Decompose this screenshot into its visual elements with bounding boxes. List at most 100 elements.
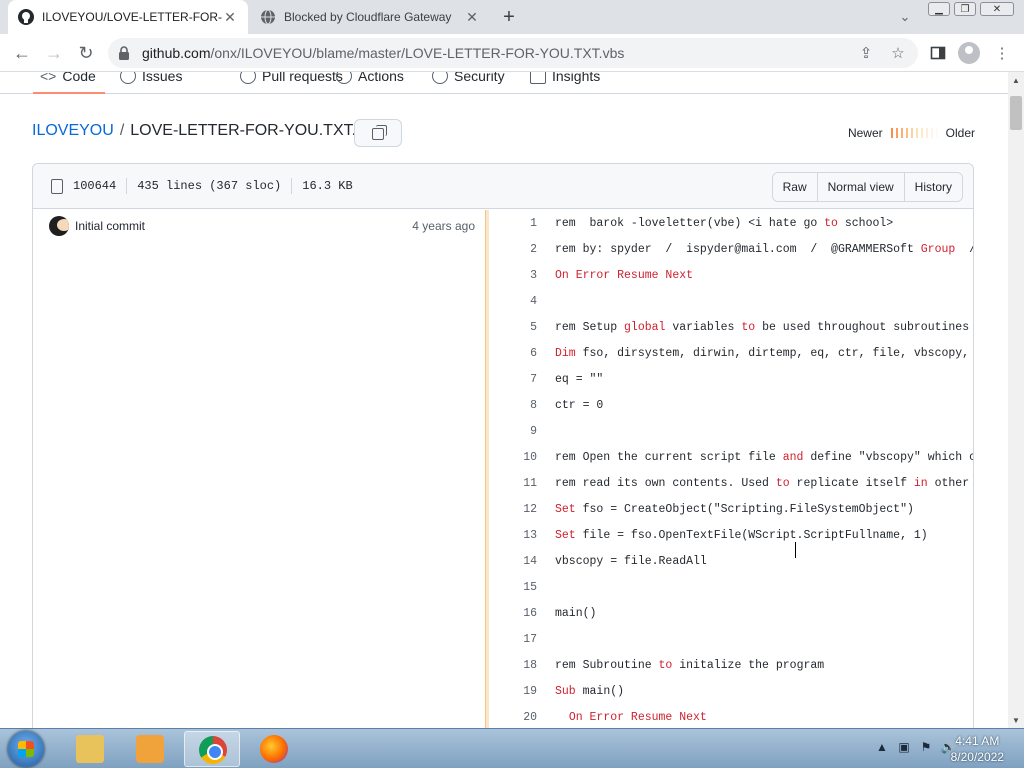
lock-icon[interactable] — [118, 46, 130, 60]
code-keyword: On Error Resume Next — [568, 710, 707, 724]
normal-view-button[interactable]: Normal view — [816, 173, 904, 201]
line-number[interactable]: 9 — [489, 425, 555, 438]
code-text: rem by: spyder / ispyder@mail.com / @GRA… — [555, 243, 973, 256]
code-keyword: in — [913, 476, 928, 490]
line-number[interactable]: 1 — [489, 217, 555, 230]
code-text: rem read its own contents. Used to repli… — [555, 477, 969, 490]
history-button[interactable]: History — [903, 173, 962, 201]
breadcrumb-file: LOVE-LETTER-FOR-YOU.TXT.vbs — [130, 122, 381, 139]
code-token: fso, dirsystem, dirwin, dirtemp, eq, ctr… — [575, 346, 970, 360]
tab-pull-requests[interactable]: Pull requests — [240, 72, 343, 94]
line-number[interactable]: 16 — [489, 607, 555, 620]
chevron-down-icon[interactable]: ⌄ — [896, 8, 914, 26]
scroll-down-icon[interactable]: ▼ — [1008, 712, 1024, 728]
line-number[interactable]: 7 — [489, 373, 555, 386]
heat-swatch — [920, 128, 923, 138]
address-bar[interactable]: github.com/onx/ILOVEYOU/blame/master/LOV… — [108, 38, 918, 68]
code-token: rem Subroutine — [555, 658, 659, 672]
line-number[interactable]: 13 — [489, 529, 555, 542]
window-close-button[interactable]: ✕ — [980, 2, 1014, 16]
reload-icon[interactable]: ↻ — [74, 41, 98, 65]
line-number[interactable]: 18 — [489, 659, 555, 672]
tab-insights[interactable]: Insights — [530, 72, 600, 94]
tab-label: Security — [454, 72, 505, 84]
code-line: 5 rem Setup global variables to be used t… — [489, 314, 973, 340]
restore-button[interactable]: ❐ — [954, 2, 976, 16]
share-icon[interactable]: ⇪ — [856, 43, 876, 63]
line-number[interactable]: 14 — [489, 555, 555, 568]
tab-issues[interactable]: Issues — [120, 72, 182, 94]
commit-message-link[interactable]: Initial commit — [75, 219, 145, 233]
taskbar-firefox[interactable] — [246, 731, 302, 767]
raw-button[interactable]: Raw — [772, 173, 817, 201]
code-line: 19 Sub main() — [489, 678, 973, 704]
line-number[interactable]: 12 — [489, 503, 555, 516]
code-keyword: to — [775, 476, 790, 490]
code-keyword: to — [741, 320, 756, 334]
line-number[interactable]: 15 — [489, 581, 555, 594]
taskbar-explorer[interactable] — [62, 731, 118, 767]
tab-actions[interactable]: Actions — [336, 72, 404, 94]
file-meta: 100644 435 lines (367 sloc) 16.3 KB — [51, 178, 353, 194]
graph-icon — [530, 72, 546, 84]
divider — [126, 178, 128, 194]
media-player-icon — [136, 735, 164, 763]
code-text: Set file = fso.OpenTextFile(WScript.Scri… — [555, 529, 928, 542]
code-token: initalize the program — [672, 658, 825, 672]
code-view: 1 rem barok -loveletter(vbe) <i hate go t… — [489, 210, 973, 728]
arrow-left-icon[interactable]: ← — [10, 41, 34, 65]
line-number[interactable]: 6 — [489, 347, 555, 360]
avatar[interactable] — [49, 216, 69, 236]
code-token: variables — [665, 320, 742, 334]
globe-icon — [260, 9, 276, 25]
kebab-menu-icon[interactable]: ⋮ — [992, 43, 1012, 63]
tab-code[interactable]: <> Code — [40, 72, 96, 94]
copy-path-button[interactable] — [354, 119, 402, 147]
plus-icon[interactable]: + — [497, 5, 521, 29]
code-line: 13 Set file = fso.OpenTextFile(WScript.Sc… — [489, 522, 973, 548]
scroll-up-icon[interactable]: ▲ — [1008, 72, 1024, 88]
legend-older: Older — [945, 126, 975, 140]
code-line: 20 On Error Resume Next — [489, 704, 973, 728]
side-panel-icon[interactable] — [928, 43, 948, 63]
code-text: On Error Resume Next — [555, 711, 707, 724]
line-number[interactable]: 11 — [489, 477, 555, 490]
close-icon[interactable]: ✕ — [464, 9, 480, 25]
minimize-button[interactable]: ▁ — [928, 2, 950, 16]
code-token: replicate itself — [789, 476, 914, 490]
commit-age: 4 years ago — [412, 219, 475, 233]
tab-iloveyou[interactable]: ILOVEYOU/LOVE-LETTER-FOR-YOU ✕ — [8, 0, 248, 34]
taskbar-media-player[interactable] — [122, 731, 178, 767]
heat-swatch — [905, 128, 908, 138]
taskbar-clock[interactable]: 4:41 AM 8/20/2022 — [951, 733, 1004, 765]
network-icon[interactable]: ▣ — [896, 739, 912, 755]
file-header: 100644 435 lines (367 sloc) 16.3 KB Raw … — [33, 164, 973, 209]
line-number[interactable]: 8 — [489, 399, 555, 412]
tab-blocked-cloudflare[interactable]: Blocked by Cloudflare Gateway ✕ — [250, 0, 490, 34]
heat-swatch — [890, 128, 893, 138]
line-number[interactable]: 20 — [489, 711, 555, 724]
start-button[interactable] — [8, 731, 44, 767]
star-icon[interactable]: ☆ — [888, 43, 908, 63]
close-icon[interactable]: ✕ — [222, 9, 238, 25]
profile-avatar[interactable] — [958, 42, 980, 64]
action-center-icon[interactable]: ⚑ — [918, 739, 934, 755]
line-number[interactable]: 2 — [489, 243, 555, 256]
arrow-right-icon[interactable]: → — [42, 41, 66, 65]
line-number[interactable]: 4 — [489, 295, 555, 308]
heat-swatch — [895, 128, 898, 138]
line-number[interactable]: 5 — [489, 321, 555, 334]
line-number[interactable]: 10 — [489, 451, 555, 464]
breadcrumb-repo-link[interactable]: ILOVEYOU — [32, 122, 114, 140]
clock-date: 8/20/2022 — [950, 750, 1004, 764]
tray-expand-icon[interactable]: ▲ — [874, 739, 890, 755]
heat-swatch — [915, 128, 918, 138]
taskbar-chrome[interactable] — [184, 731, 240, 767]
line-number[interactable]: 17 — [489, 633, 555, 646]
line-number[interactable]: 3 — [489, 269, 555, 282]
scroll-thumb[interactable] — [1010, 96, 1022, 130]
vertical-scrollbar[interactable]: ▲ ▼ — [1008, 72, 1024, 728]
line-number[interactable]: 19 — [489, 685, 555, 698]
tab-security[interactable]: Security — [432, 72, 505, 94]
chrome-icon — [199, 736, 227, 764]
